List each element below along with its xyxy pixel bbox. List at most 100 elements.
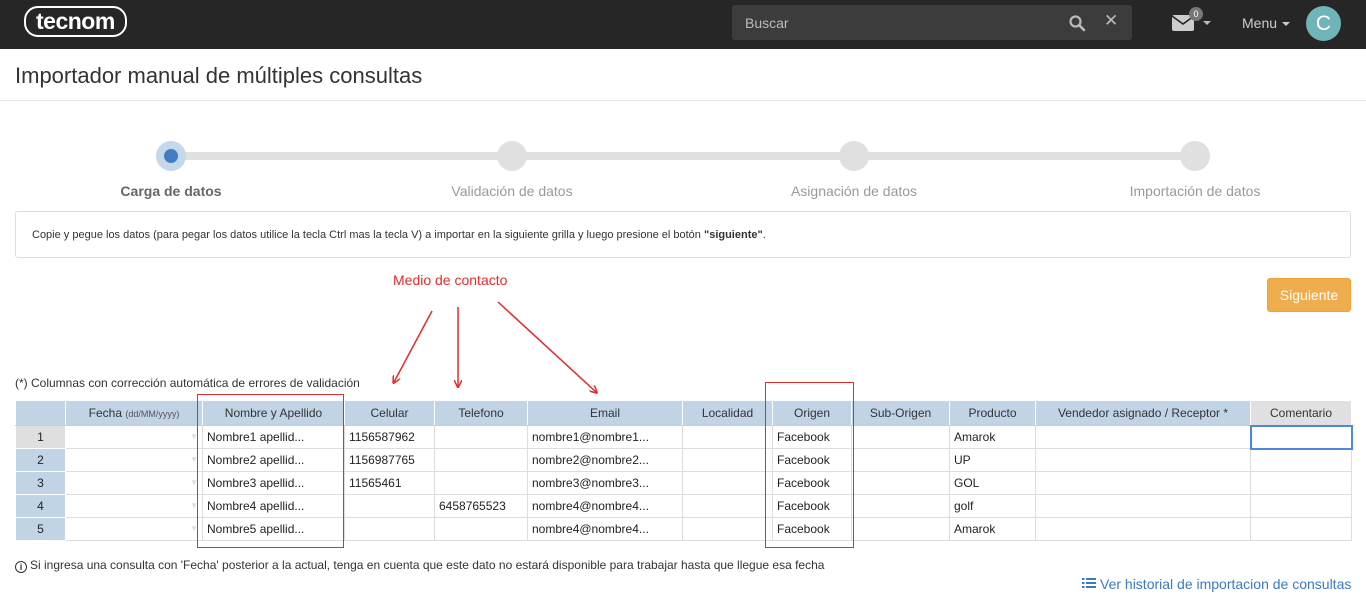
col-header-nombre[interactable]: Nombre y Apellido	[202, 400, 345, 426]
cell-localidad[interactable]	[682, 471, 773, 495]
user-avatar[interactable]: C	[1306, 6, 1341, 41]
cell-producto[interactable]: Amarok	[949, 425, 1036, 449]
col-header-vendedor[interactable]: Vendedor asignado / Receptor *	[1035, 400, 1251, 426]
cell-suborigen[interactable]	[851, 425, 950, 449]
search-input[interactable]	[732, 5, 1052, 40]
cell-producto[interactable]: GOL	[949, 471, 1036, 495]
instructions-end: .	[762, 229, 766, 241]
cell-comentario-selected[interactable]	[1249, 424, 1353, 450]
cell-fecha[interactable]	[65, 425, 203, 449]
row-number[interactable]: 3	[15, 471, 66, 495]
cell-fecha[interactable]	[65, 494, 203, 518]
cell-celular[interactable]: 11565461	[344, 471, 435, 495]
row-number[interactable]: 2	[15, 448, 66, 472]
col-header-celular[interactable]: Celular	[344, 400, 435, 426]
search-box: ✕	[732, 5, 1132, 40]
col-header-localidad[interactable]: Localidad	[682, 400, 773, 426]
cell-nombre[interactable]: Nombre5 apellid...	[202, 517, 345, 541]
cell-celular[interactable]	[344, 517, 435, 541]
table-row: 5 Nombre5 apellid... nombre4@nombre4... …	[15, 517, 1352, 541]
cell-origen[interactable]: Facebook	[772, 448, 852, 472]
col-header-producto[interactable]: Producto	[949, 400, 1036, 426]
cell-fecha[interactable]	[65, 448, 203, 472]
cell-vendedor[interactable]	[1035, 448, 1251, 472]
cell-producto[interactable]: golf	[949, 494, 1036, 518]
annotation-label: Medio de contacto	[393, 272, 508, 288]
table-row: 2 Nombre2 apellid... 1156987765 nombre2@…	[15, 448, 1352, 472]
next-button[interactable]: Siguiente	[1267, 278, 1351, 312]
cell-telefono[interactable]	[434, 425, 528, 449]
col-header-comentario[interactable]: Comentario	[1250, 400, 1352, 426]
instructions-panel: Copie y pegue los datos (para pegar los …	[15, 211, 1351, 258]
cell-localidad[interactable]	[682, 517, 773, 541]
cell-origen[interactable]: Facebook	[772, 494, 852, 518]
cell-nombre[interactable]: Nombre2 apellid...	[202, 448, 345, 472]
cell-producto[interactable]: UP	[949, 448, 1036, 472]
cell-suborigen[interactable]	[851, 494, 950, 518]
clear-search-icon[interactable]: ✕	[1104, 11, 1118, 31]
fecha-header-label: Fecha	[88, 406, 122, 420]
col-header-fecha[interactable]: Fecha (dd/MM/yyyy)	[65, 400, 203, 426]
tecnom-logo[interactable]: tecnom	[24, 6, 127, 37]
cell-localidad[interactable]	[682, 494, 773, 518]
cell-vendedor[interactable]	[1035, 425, 1251, 449]
cell-suborigen[interactable]	[851, 517, 950, 541]
cell-nombre[interactable]: Nombre4 apellid...	[202, 494, 345, 518]
instructions-text: Copie y pegue los datos (para pegar los …	[32, 229, 704, 241]
col-header-telefono[interactable]: Telefono	[434, 400, 528, 426]
col-header-suborigen[interactable]: Sub-Origen	[851, 400, 950, 426]
cell-celular[interactable]: 1156987765	[344, 448, 435, 472]
cell-suborigen[interactable]	[851, 471, 950, 495]
row-number[interactable]: 4	[15, 494, 66, 518]
cell-vendedor[interactable]	[1035, 494, 1251, 518]
search-icon[interactable]	[1068, 14, 1086, 32]
cell-origen[interactable]: Facebook	[772, 425, 852, 449]
cell-telefono[interactable]	[434, 471, 528, 495]
instructions-highlight: "siguiente"	[703, 229, 763, 241]
cell-vendedor[interactable]	[1035, 517, 1251, 541]
cell-suborigen[interactable]	[851, 448, 950, 472]
cell-email[interactable]: nombre1@nombre1...	[527, 425, 683, 449]
arrow-to-celular	[394, 310, 433, 382]
messages-dropdown[interactable]: 0	[1172, 7, 1212, 36]
step-dot-validacion	[497, 141, 527, 171]
cell-origen[interactable]: Facebook	[772, 517, 852, 541]
main-menu-dropdown[interactable]: Menu	[1242, 15, 1291, 31]
cell-email[interactable]: nombre4@nombre4...	[527, 517, 683, 541]
row-number[interactable]: 1	[15, 425, 66, 449]
step-dot-asignacion	[839, 141, 869, 171]
cell-nombre[interactable]: Nombre3 apellid...	[202, 471, 345, 495]
cell-email[interactable]: nombre3@nombre3...	[527, 471, 683, 495]
cell-comentario[interactable]	[1250, 471, 1352, 495]
cell-celular[interactable]: 1156587962	[344, 425, 435, 449]
cell-producto[interactable]: Amarok	[949, 517, 1036, 541]
table-row: 1 Nombre1 apellid... 1156587962 nombre1@…	[15, 424, 1353, 450]
cell-telefono[interactable]: 6458765523	[434, 494, 528, 518]
row-number[interactable]: 5	[15, 517, 66, 541]
cell-telefono[interactable]	[434, 517, 528, 541]
import-history-link[interactable]: Ver historial de importacion de consulta…	[1082, 576, 1351, 592]
cell-localidad[interactable]	[682, 448, 773, 472]
top-navbar: tecnom ✕ 0 Menu C	[0, 0, 1366, 49]
cell-email[interactable]: nombre2@nombre2...	[527, 448, 683, 472]
cell-comentario[interactable]	[1250, 517, 1352, 541]
cell-origen[interactable]: Facebook	[772, 471, 852, 495]
step-label-asignacion: Asignación de datos	[790, 183, 918, 199]
cell-celular[interactable]	[344, 494, 435, 518]
cell-comentario[interactable]	[1250, 494, 1352, 518]
cell-telefono[interactable]	[434, 448, 528, 472]
cell-nombre[interactable]: Nombre1 apellid...	[202, 425, 345, 449]
cell-fecha[interactable]	[65, 471, 203, 495]
cell-localidad[interactable]	[682, 425, 773, 449]
arrow-to-email	[497, 301, 596, 392]
chevron-down-icon	[1282, 22, 1291, 27]
cell-email[interactable]: nombre4@nombre4...	[527, 494, 683, 518]
step-label-validacion: Validación de datos	[451, 183, 573, 199]
stepper-track	[171, 152, 1195, 160]
col-header-email[interactable]: Email	[527, 400, 683, 426]
cell-fecha[interactable]	[65, 517, 203, 541]
col-header-origen[interactable]: Origen	[772, 400, 852, 426]
step-label-importacion: Importación de datos	[1129, 183, 1261, 199]
cell-vendedor[interactable]	[1035, 471, 1251, 495]
cell-comentario[interactable]	[1250, 448, 1352, 472]
